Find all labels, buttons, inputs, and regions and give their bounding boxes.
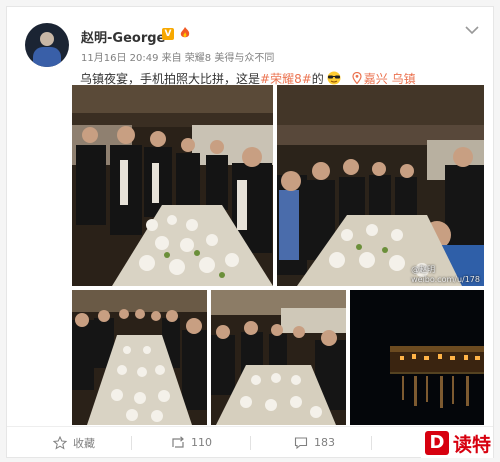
comment-icon (294, 436, 308, 449)
author-name[interactable]: 赵明-George (81, 27, 165, 46)
verified-badge-icon: V (162, 28, 174, 40)
brand-name: 读特 (453, 434, 492, 456)
brand-d-icon: D (425, 431, 449, 455)
fire-icon (180, 27, 190, 38)
repost-icon (172, 435, 184, 448)
favorite-label: 收藏 (73, 436, 95, 450)
avatar[interactable] (25, 23, 69, 67)
repost-button[interactable]: 110 (171, 427, 212, 458)
watermark: @赵明 weibo.com/u/178 (411, 265, 480, 284)
sunglasses-emoji-icon (327, 71, 341, 85)
brand-logo: D 读特 (421, 428, 493, 458)
photo-night-water-town[interactable] (350, 290, 484, 425)
star-icon (53, 435, 67, 450)
photo-banquet-2[interactable]: @赵明 weibo.com/u/178 (277, 85, 484, 286)
text-suffix: 的 (311, 72, 324, 86)
comment-count: 183 (314, 436, 335, 449)
repost-count: 110 (191, 436, 212, 449)
divider (371, 436, 372, 450)
location-text: 嘉兴 乌镇 (363, 72, 416, 86)
topic-link[interactable]: #荣耀8# (260, 72, 312, 86)
photo-banquet-4[interactable] (211, 290, 346, 425)
comment-button[interactable]: 183 (294, 427, 335, 458)
text-prefix: 乌镇夜宴，手机拍照大比拼，这是 (80, 72, 261, 86)
divider (131, 436, 132, 450)
chevron-down-icon[interactable] (465, 25, 479, 35)
favorite-button[interactable]: 收藏 (53, 427, 95, 458)
photo-banquet-1[interactable] (72, 85, 273, 286)
photo-banquet-3[interactable] (72, 290, 207, 425)
weibo-post-card: 赵明-George V 11月16日 20:49 来自 荣耀8 美得与众不同 乌… (6, 6, 494, 458)
divider (250, 436, 251, 450)
action-bar: 收藏 110 183 D 读特 (7, 426, 493, 458)
location-pin-icon (352, 72, 362, 84)
location-link[interactable]: 嘉兴 乌镇 (352, 72, 416, 86)
post-meta: 11月16日 20:49 来自 荣耀8 美得与众不同 (81, 53, 275, 64)
